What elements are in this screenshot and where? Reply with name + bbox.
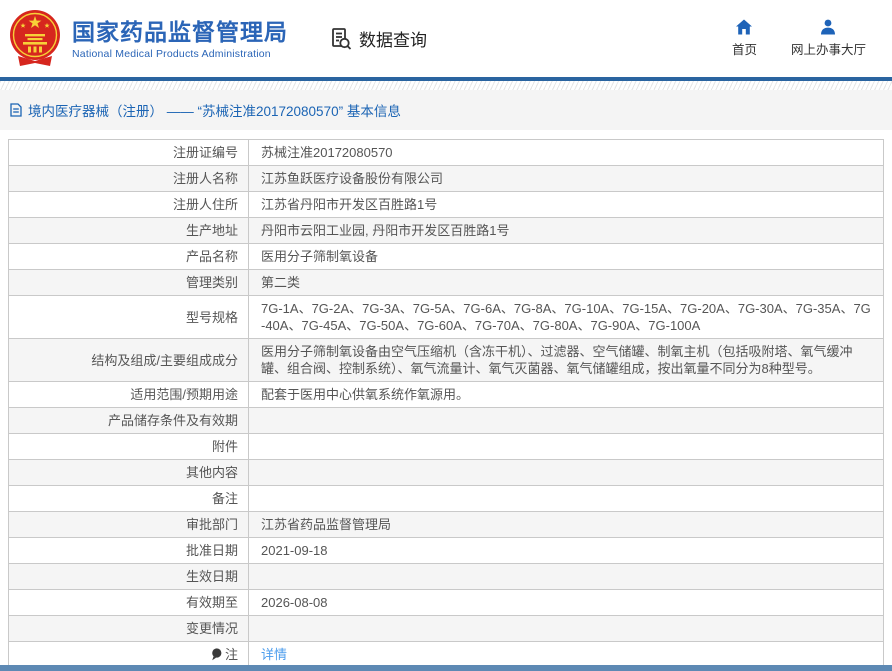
table-row: 生效日期 — [9, 564, 883, 590]
row-label: 管理类别 — [9, 270, 249, 295]
row-value — [249, 408, 883, 433]
row-label: 注册人名称 — [9, 166, 249, 191]
document-search-icon — [328, 26, 354, 52]
national-emblem-icon — [8, 8, 62, 70]
row-label: 型号规格 — [9, 296, 249, 338]
table-row: 附件 — [9, 434, 883, 460]
table-row: 注 详情 — [9, 642, 883, 667]
row-label: 结构及组成/主要组成成分 — [9, 339, 249, 381]
row-value — [249, 460, 883, 485]
row-label: 产品名称 — [9, 244, 249, 269]
data-query-button[interactable]: 数据查询 — [328, 26, 427, 52]
row-value: 医用分子筛制氧设备由空气压缩机（含冻干机）、过滤器、空气储罐、制氧主机（包括吸附… — [261, 344, 853, 376]
table-row: 型号规格 7G-1A、7G-2A、7G-3A、7G-5A、7G-6A、7G-8A、… — [9, 296, 883, 339]
registration-info-table: 注册证编号 苏械注准20172080570 注册人名称 江苏鱼跃医疗设备股份有限公司… — [8, 139, 884, 668]
row-value: 江苏鱼跃医疗设备股份有限公司 — [261, 171, 444, 186]
page: 国家药品监督管理局 National Medical Products Admi… — [0, 0, 892, 671]
site-header: 国家药品监督管理局 National Medical Products Admi… — [0, 0, 892, 77]
footer-bar — [0, 665, 892, 671]
table-row: 注册人名称 江苏鱼跃医疗设备股份有限公司 — [9, 166, 883, 192]
row-value — [249, 616, 883, 641]
home-icon — [735, 19, 753, 35]
nav-online-service-hall[interactable]: 网上办事大厅 — [791, 19, 866, 58]
note-pin-icon — [211, 648, 222, 661]
row-label: 产品储存条件及有效期 — [9, 408, 249, 433]
data-query-label: 数据查询 — [359, 31, 427, 50]
document-icon — [10, 103, 22, 117]
table-row: 结构及组成/主要组成成分 医用分子筛制氧设备由空气压缩机（含冻干机）、过滤器、空气… — [9, 339, 883, 382]
table-row: 适用范围/预期用途 配套于医用中心供氧系统作氧源用。 — [9, 382, 883, 408]
breadcrumb-strip: 境内医疗器械（注册） —— “苏械注准20172080570” 基本信息 — [0, 90, 892, 130]
table-row: 产品名称 医用分子筛制氧设备 — [9, 244, 883, 270]
table-row: 审批部门 江苏省药品监督管理局 — [9, 512, 883, 538]
table-row: 备注 — [9, 486, 883, 512]
table-row: 注册证编号 苏械注准20172080570 — [9, 140, 883, 166]
table-row: 变更情况 — [9, 616, 883, 642]
site-subtitle: National Medical Products Administration — [72, 47, 271, 60]
row-value: 第二类 — [261, 275, 301, 290]
row-value: 丹阳市云阳工业园, 丹阳市开发区百胜路1号 — [261, 223, 510, 238]
nav-home-label: 首页 — [731, 43, 757, 57]
note-label: 注 — [224, 647, 238, 662]
row-value: 配套于医用中心供氧系统作氧源用。 — [261, 387, 470, 402]
table-row: 批准日期 2021-09-18 — [9, 538, 883, 564]
site-title: 国家药品监督管理局 — [72, 18, 288, 45]
row-value: 苏械注准20172080570 — [261, 145, 393, 160]
row-label: 注册人住所 — [9, 192, 249, 217]
breadcrumb-text: 境内医疗器械（注册） —— “苏械注准20172080570” 基本信息 — [28, 104, 401, 119]
row-label: 生效日期 — [9, 564, 249, 589]
nmpa-emblem-logo[interactable] — [8, 8, 62, 70]
row-label: 其他内容 — [9, 460, 249, 485]
row-value: 江苏省丹阳市开发区百胜路1号 — [261, 197, 438, 212]
hatch-pattern-band — [0, 81, 892, 90]
row-value: 2026-08-08 — [261, 595, 328, 610]
row-label: 批准日期 — [9, 538, 249, 563]
person-icon — [819, 19, 837, 35]
table-row: 其他内容 — [9, 460, 883, 486]
nav-home[interactable]: 首页 — [732, 19, 757, 58]
row-label: 生产地址 — [9, 218, 249, 243]
row-value: 7G-1A、7G-2A、7G-3A、7G-5A、7G-6A、7G-8A、7G-1… — [261, 301, 871, 333]
row-label: 有效期至 — [9, 590, 249, 615]
row-value: 详情 — [249, 642, 883, 667]
row-value — [249, 486, 883, 511]
row-label: 附件 — [9, 434, 249, 459]
row-label: 变更情况 — [9, 616, 249, 641]
row-label: 审批部门 — [9, 512, 249, 537]
row-value: 2021-09-18 — [261, 543, 328, 558]
table-row: 有效期至 2026-08-08 — [9, 590, 883, 616]
row-label: 适用范围/预期用途 — [9, 382, 249, 407]
table-row: 产品储存条件及有效期 — [9, 408, 883, 434]
site-title-block: 国家药品监督管理局 National Medical Products Admi… — [72, 18, 288, 60]
breadcrumb: 境内医疗器械（注册） —— “苏械注准20172080570” 基本信息 — [10, 100, 401, 120]
table-row: 注册人住所 江苏省丹阳市开发区百胜路1号 — [9, 192, 883, 218]
top-nav: 首页 网上办事大厅 — [732, 19, 866, 58]
row-value — [249, 564, 883, 589]
note-details-link[interactable]: 详情 — [261, 646, 287, 663]
row-value: 医用分子筛制氧设备 — [261, 249, 379, 264]
row-label: 备注 — [9, 486, 249, 511]
table-row: 管理类别 第二类 — [9, 270, 883, 296]
nav-hall-label: 网上办事大厅 — [790, 43, 866, 57]
table-row: 生产地址 丹阳市云阳工业园, 丹阳市开发区百胜路1号 — [9, 218, 883, 244]
row-label: 注册证编号 — [9, 140, 249, 165]
row-label: 注 — [9, 642, 249, 667]
row-value — [249, 434, 883, 459]
row-value: 江苏省药品监督管理局 — [261, 517, 392, 532]
